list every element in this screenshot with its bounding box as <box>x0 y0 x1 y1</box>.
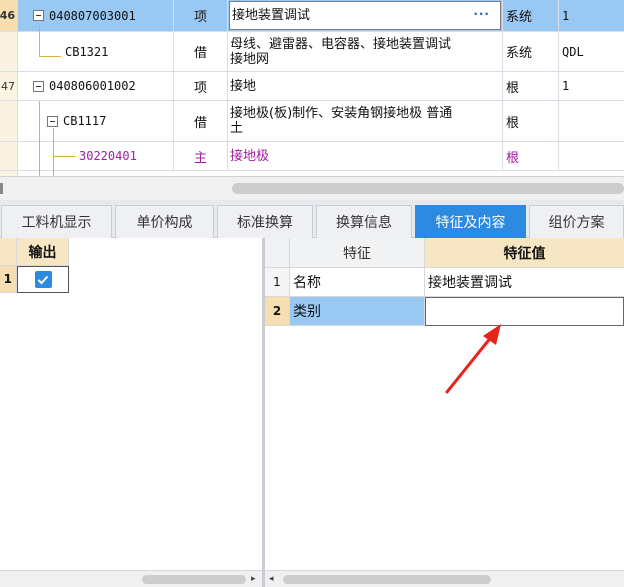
tree-connector <box>39 101 40 176</box>
quantity-cell[interactable]: QDL <box>559 32 624 71</box>
scrollbar-thumb[interactable] <box>142 575 246 584</box>
row-number <box>0 101 18 141</box>
tab-conversion-info[interactable]: 换算信息 <box>316 205 412 238</box>
tab-unit-price[interactable]: 单价构成 <box>115 205 214 238</box>
item-code: 30220401 <box>79 149 137 163</box>
unit-cell: 系统 <box>503 0 559 31</box>
code-cell[interactable]: CB1321 <box>18 32 174 71</box>
feature-cell[interactable]: 名称 <box>290 268 425 297</box>
output-checkbox[interactable] <box>34 271 52 288</box>
tree-connector <box>53 128 54 176</box>
unit-cell: 系统 <box>503 32 559 71</box>
horizontal-scrollbar[interactable] <box>0 176 624 200</box>
feature-column-header: 特征 <box>290 238 425 268</box>
item-code: CB1117 <box>63 114 107 128</box>
type-cell: 借 <box>174 101 228 141</box>
row-number <box>0 32 18 71</box>
name-cell[interactable]: 接地 <box>228 72 503 100</box>
quota-list-grid: 46 040807003001 项 接地装置调试 ··· 系统 1 CB1321… <box>0 0 624 176</box>
row-number: 1 <box>265 268 290 297</box>
horizontal-scrollbar[interactable]: ▸ <box>0 570 262 587</box>
row-number: 2 <box>265 297 290 326</box>
item-name-line2: 土 <box>230 121 244 136</box>
row-number: 47 <box>0 72 18 100</box>
row-number: 46 <box>0 0 18 31</box>
tab-pricing-scheme[interactable]: 组价方案 <box>529 205 624 238</box>
name-cell[interactable]: 接地极 <box>228 142 503 170</box>
type-cell: 主 <box>174 142 228 170</box>
tab-resource-display[interactable]: 工料机显示 <box>1 205 112 238</box>
more-options-button[interactable]: ··· <box>473 7 490 22</box>
row-header-corner <box>0 238 17 266</box>
name-cell[interactable]: 接地装置调试 ··· <box>228 0 503 31</box>
item-name-line2: 接地网 <box>230 51 270 67</box>
quantity-cell[interactable]: 1 <box>559 72 624 100</box>
code-cell[interactable]: 30220401 <box>18 142 174 170</box>
output-cell[interactable] <box>17 266 69 293</box>
table-row[interactable]: CB1321 借 母线、避雷器、电容器、接地装置调试 接地网 系统 QDL <box>0 32 624 72</box>
detail-tab-bar: 工料机显示 单价构成 标准换算 换算信息 特征及内容 组价方案 <box>0 200 624 238</box>
output-column-header: 输出 <box>17 238 69 266</box>
type-cell: 借 <box>174 32 228 71</box>
item-name-line1: 接地极(板)制作、安装角钢接地极 普通 <box>230 106 453 121</box>
tree-connector <box>53 156 75 157</box>
scrollbar-thumb[interactable] <box>232 183 624 194</box>
quantity-cell[interactable]: 1 <box>559 0 624 31</box>
item-name-line1: 母线、避雷器、电容器、接地装置调试 <box>230 36 452 52</box>
name-cell[interactable]: 接地极(板)制作、安装角钢接地极 普通 土 <box>228 101 503 141</box>
feature-value-column-header: 特征值 <box>425 238 624 268</box>
horizontal-scrollbar[interactable]: ◂ <box>265 570 624 587</box>
output-panel: 输出 1 <box>0 238 262 570</box>
type-cell: 项 <box>174 0 228 31</box>
checkmark-icon <box>37 275 49 284</box>
item-code: 040806001002 <box>49 79 136 93</box>
item-code: 040807003001 <box>49 8 136 23</box>
tree-connector <box>39 56 61 57</box>
tab-standard-conversion[interactable]: 标准换算 <box>217 205 313 238</box>
name-editor[interactable]: 接地装置调试 ··· <box>229 1 501 30</box>
collapse-icon[interactable] <box>33 10 44 21</box>
unit-cell: 根 <box>503 142 559 170</box>
code-cell[interactable]: 040806001002 <box>18 72 174 100</box>
scroll-right-arrow-icon[interactable]: ▸ <box>251 575 256 584</box>
unit-cell: 根 <box>503 72 559 100</box>
collapse-icon[interactable] <box>47 115 58 127</box>
tree-connector <box>39 24 40 56</box>
name-cell[interactable]: 母线、避雷器、电容器、接地装置调试 接地网 <box>228 32 503 71</box>
type-cell: 项 <box>174 72 228 100</box>
scroll-left-arrow-icon[interactable] <box>0 183 3 194</box>
table-row[interactable]: CB1117 借 接地极(板)制作、安装角钢接地极 普通 土 根 <box>0 101 624 142</box>
collapse-icon[interactable] <box>33 80 44 92</box>
item-name: 接地装置调试 <box>232 8 311 23</box>
quantity-cell[interactable] <box>559 101 624 141</box>
feature-value-input[interactable] <box>425 297 624 326</box>
feature-panel: 特征 特征值 1 名称 接地装置调试 2 类别 <box>265 238 624 570</box>
row-header-corner <box>265 238 290 268</box>
scroll-left-arrow-icon[interactable]: ◂ <box>269 575 274 584</box>
row-number: 1 <box>0 266 17 293</box>
feature-value-cell[interactable]: 接地装置调试 <box>425 268 624 297</box>
table-row[interactable]: 47 040806001002 项 接地 根 1 <box>0 72 624 101</box>
unit-cell: 根 <box>503 101 559 141</box>
table-row[interactable]: 46 040807003001 项 接地装置调试 ··· 系统 1 <box>0 0 624 32</box>
table-row[interactable]: 30220401 主 接地极 根 <box>0 142 624 171</box>
code-cell[interactable]: 040807003001 <box>18 0 174 31</box>
quantity-cell[interactable] <box>559 142 624 170</box>
feature-cell[interactable]: 类别 <box>290 297 425 326</box>
item-code: CB1321 <box>65 44 109 59</box>
row-number <box>0 142 18 170</box>
code-cell[interactable]: CB1117 <box>18 101 174 141</box>
tab-features-content[interactable]: 特征及内容 <box>415 205 526 238</box>
scrollbar-thumb[interactable] <box>283 575 491 584</box>
